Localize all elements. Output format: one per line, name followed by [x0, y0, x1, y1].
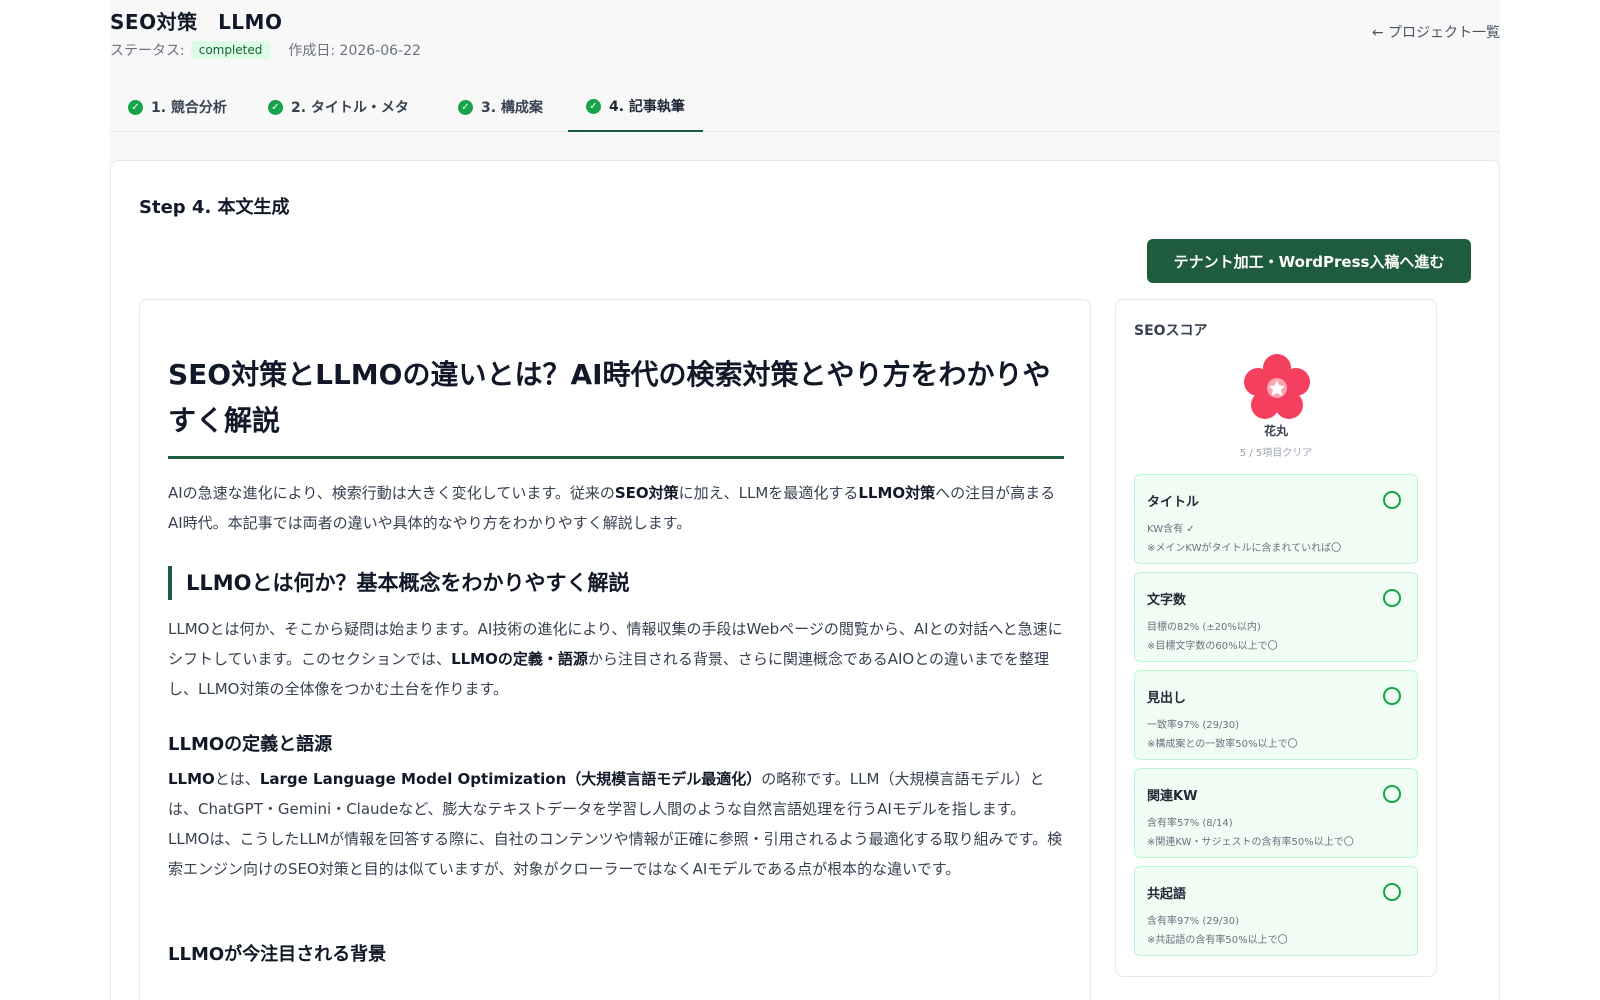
tab-title-meta[interactable]: ✓ 2. タイトル・メタ: [268, 82, 409, 132]
seo-score-title: SEOスコア: [1134, 323, 1208, 339]
pass-circle-icon: [1383, 491, 1401, 509]
tab-label: 3. 構成案: [481, 100, 543, 116]
status-badge: completed: [190, 41, 271, 59]
project-title: SEO対策 LLMO: [110, 10, 283, 34]
tab-label: 4. 記事執筆: [609, 99, 685, 115]
hanamaru-flower-icon: [1244, 354, 1310, 419]
pass-circle-icon: [1383, 687, 1401, 705]
pass-circle-icon: [1383, 883, 1401, 901]
step-title: Step 4. 本文生成: [139, 197, 290, 218]
article-paragraph: LLMOとは、Large Language Model Optimization…: [168, 770, 1063, 878]
article-h3: LLMOの定義と語源: [168, 734, 333, 755]
seo-score-panel: SEOスコア 花丸 5 / 5項目クリア タイトル KW含有 ✓ ※メインKWが…: [1115, 299, 1437, 977]
article-h1: SEO対策とLLMOの違いとは？AI時代の検索対策とやり方をわかりやすく解説: [168, 352, 1064, 459]
article-intro: AIの急速な進化により、検索行動は大きく変化しています。従来のSEO対策に加え、…: [168, 484, 1056, 532]
score-item-cooccurrence: 共起語 含有率97% (29/30) ※共起語の含有率50%以上で〇: [1134, 866, 1418, 956]
tab-competitor-analysis[interactable]: ✓ 1. 競合分析: [128, 82, 227, 132]
project-meta: ステータス: completed 作成日: 2026-06-22: [110, 40, 421, 60]
score-clear-count: 5 / 5項目クリア: [1239, 448, 1313, 459]
check-icon: ✓: [128, 99, 143, 115]
proceed-wordpress-button[interactable]: テナント加工・WordPress入稿へ進む: [1147, 239, 1471, 283]
check-icon: ✓: [458, 99, 473, 115]
article-h2: LLMOとは何か？基本概念をわかりやすく解説: [168, 566, 1064, 600]
article-preview: SEO対策とLLMOの違いとは？AI時代の検索対策とやり方をわかりやすく解説 A…: [139, 299, 1091, 1000]
step-tabs: ✓ 1. 競合分析 ✓ 2. タイトル・メタ ✓ 3. 構成案 ✓ 4. 記事執…: [110, 82, 1500, 132]
page-wrapper: SEO対策 LLMO ステータス: completed 作成日: 2026-06…: [110, 0, 1500, 1000]
status-label: ステータス:: [110, 43, 185, 59]
score-rank-name: 花丸: [1263, 424, 1288, 438]
pass-circle-icon: [1383, 785, 1401, 803]
tab-article-writing[interactable]: ✓ 4. 記事執筆: [568, 82, 703, 132]
back-to-projects-link[interactable]: ← プロジェクト一覧: [1372, 22, 1500, 42]
check-icon: ✓: [268, 99, 283, 115]
score-item-char-count: 文字数 目標の82% (±20%以内) ※目標文字数の60%以上で〇: [1134, 572, 1418, 662]
pass-circle-icon: [1383, 589, 1401, 607]
step-card: Step 4. 本文生成 テナント加工・WordPress入稿へ進む SEO対策…: [110, 160, 1500, 1000]
tab-label: 2. タイトル・メタ: [291, 100, 409, 116]
created-date: 作成日: 2026-06-22: [288, 43, 421, 59]
article-h3: LLMOが今注目される背景: [168, 944, 387, 965]
tab-label: 1. 競合分析: [151, 100, 227, 116]
score-item-headings: 見出し 一致率97% (29/30) ※構成案との一致率50%以上で〇: [1134, 670, 1418, 760]
score-item-title: タイトル KW含有 ✓ ※メインKWがタイトルに含まれていれば〇: [1134, 474, 1418, 564]
score-item-related-kw: 関連KW 含有率57% (8/14) ※関連KW・サジェストの含有率50%以上で…: [1134, 768, 1418, 858]
tab-outline[interactable]: ✓ 3. 構成案: [458, 82, 543, 132]
article-paragraph: LLMOとは何か、そこから疑問は始まります。AI技術の進化により、情報収集の手段…: [168, 620, 1063, 698]
check-icon: ✓: [586, 98, 601, 114]
